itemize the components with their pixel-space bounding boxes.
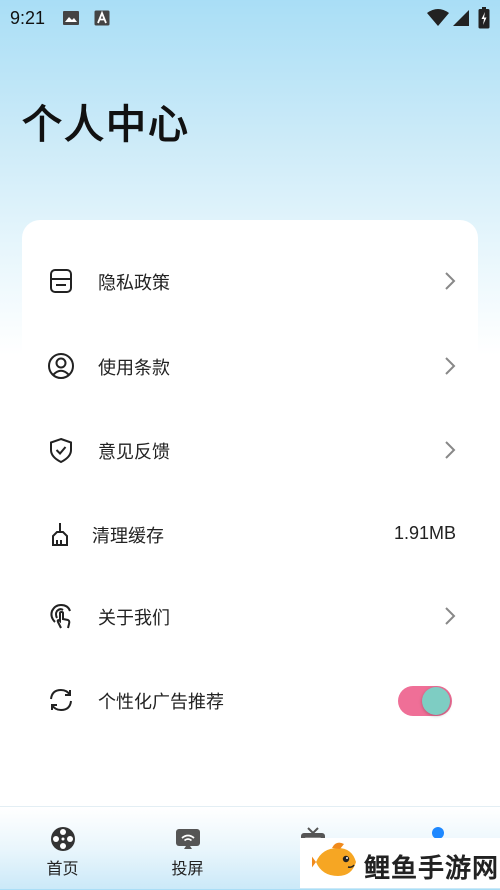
tab-label: 投屏 (171, 859, 204, 878)
menu-item-label: 使用条款 (98, 358, 170, 379)
image-icon (62, 10, 80, 30)
menu-item-label: 意见反馈 (98, 442, 170, 463)
a-icon (94, 10, 110, 30)
personalized-ads-toggle[interactable] (398, 686, 452, 716)
menu-item-label: 清理缓存 (92, 526, 164, 547)
menu-item-label: 关于我们 (98, 608, 170, 629)
watermark: 鲤鱼手游网 (300, 838, 500, 888)
menu-item-feedback[interactable]: 意见反馈 (22, 420, 478, 480)
toggle-knob (422, 687, 450, 715)
refresh-icon (47, 686, 75, 714)
chevron-right-icon (444, 271, 456, 291)
user-icon (47, 352, 75, 380)
menu-item-label: 隐私政策 (98, 273, 170, 294)
status-bar: 9:21 (0, 0, 500, 36)
page-title: 个人中心 (22, 102, 190, 148)
menu-item-clear-cache[interactable]: 清理缓存 1.91MB (22, 504, 478, 564)
tab-home[interactable]: 首页 (0, 807, 125, 889)
chevron-right-icon (444, 606, 456, 626)
tab-cast[interactable]: 投屏 (125, 807, 250, 889)
menu-item-about-us[interactable]: 关于我们 (22, 586, 478, 646)
fish-logo-icon (310, 840, 360, 886)
menu-item-label: 个性化广告推荐 (98, 692, 224, 713)
document-icon (47, 267, 75, 295)
status-time: 9:21 (10, 8, 46, 28)
broom-icon (47, 520, 75, 548)
menu-item-terms-of-use[interactable]: 使用条款 (22, 336, 478, 396)
cast-icon (174, 825, 202, 853)
signal-icon (452, 9, 470, 31)
film-reel-icon (49, 825, 77, 853)
menu-item-personalized-ads: 个性化广告推荐 (22, 670, 478, 730)
settings-card: 隐私政策 使用条款 意见反馈 清理缓存 1.91MB 关于我们 个性化广告推荐 (22, 220, 478, 780)
chevron-right-icon (444, 440, 456, 460)
shield-check-icon (47, 436, 75, 464)
chevron-right-icon (444, 356, 456, 376)
wifi-icon (427, 9, 449, 31)
cache-size-value: 1.91MB (393, 523, 456, 543)
battery-icon (478, 7, 490, 33)
menu-item-privacy-policy[interactable]: 隐私政策 (22, 251, 478, 311)
tab-label: 首页 (46, 859, 79, 878)
touch-icon (47, 602, 75, 630)
watermark-text: 鲤鱼手游网 (364, 854, 500, 884)
